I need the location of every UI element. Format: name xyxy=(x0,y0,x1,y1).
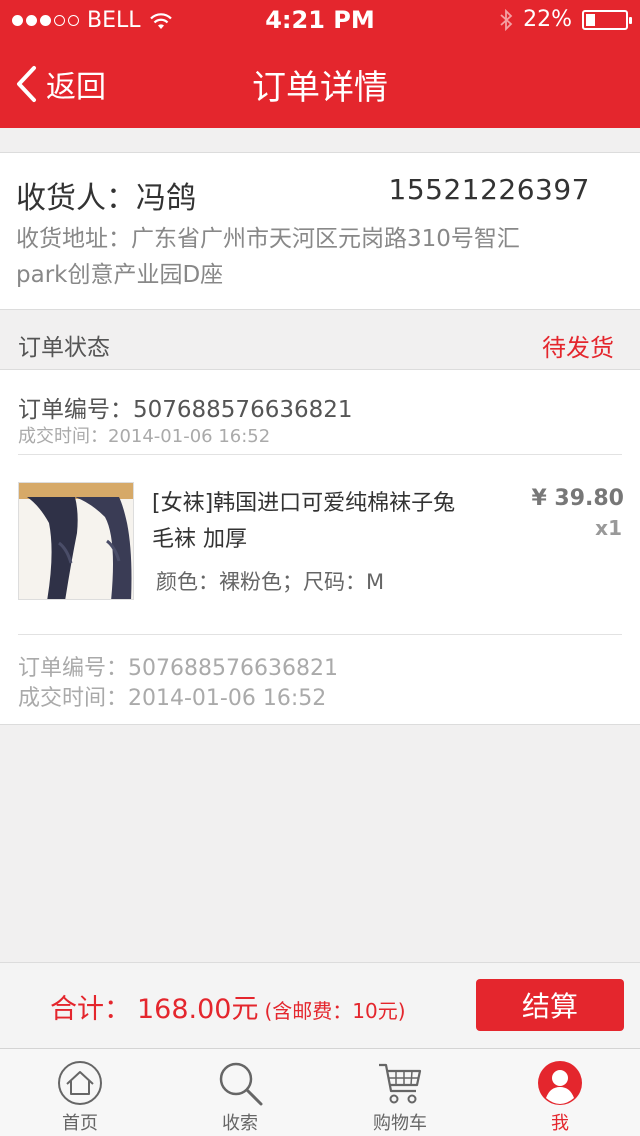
status-right: 22% xyxy=(499,7,632,32)
order-time: 成交时间：2014-01-06 16:52 xyxy=(18,426,271,447)
search-icon xyxy=(219,1062,263,1106)
battery-percent: 22% xyxy=(523,7,572,32)
address-card[interactable]: 收货人：冯鸽 15521226397 收货地址：广东省广州市天河区元岗路310号… xyxy=(0,152,640,310)
tab-label: 我 xyxy=(551,1113,569,1134)
bluetooth-icon xyxy=(500,8,513,31)
receiver-name: 收货人：冯鸽 xyxy=(16,181,196,216)
tab-profile[interactable]: 我 xyxy=(480,1049,640,1136)
total-amount: 168.00元 xyxy=(137,994,259,1025)
tab-bar: 首页 收索 购物车 我 xyxy=(0,1048,640,1136)
total-label: 合计： xyxy=(50,994,131,1025)
status-bar: BELL 4:21 PM 22% xyxy=(0,0,640,40)
divider xyxy=(18,454,622,455)
product-price: ¥ 39.80 xyxy=(531,486,624,511)
tab-label: 购物车 xyxy=(373,1113,427,1134)
tab-label: 首页 xyxy=(62,1113,98,1134)
total-summary: 合计： 168.00元 (含邮费：10元) xyxy=(50,987,406,1026)
cart-icon xyxy=(379,1063,422,1104)
checkout-button[interactable]: 结算 xyxy=(476,979,624,1031)
order-card: 订单编号：507688576636821 成交时间：2014-01-06 16:… xyxy=(0,370,640,725)
profile-icon xyxy=(538,1061,582,1105)
home-icon xyxy=(58,1061,102,1105)
tab-home[interactable]: 首页 xyxy=(0,1049,160,1136)
order-status-value: 待发货 xyxy=(542,334,614,362)
header: BELL 4:21 PM 22% 返回 订单详情 xyxy=(0,0,640,128)
receiver-phone: 15521226397 xyxy=(388,173,590,206)
order-number-footer: 订单编号：507688576636821 xyxy=(18,656,338,681)
order-status-label: 订单状态 xyxy=(18,335,110,361)
receiver-row: 收货人：冯鸽 15521226397 xyxy=(16,173,590,217)
product-quantity: x1 xyxy=(595,516,622,540)
divider xyxy=(18,634,622,635)
tab-search[interactable]: 收索 xyxy=(160,1049,320,1136)
summary-bar: 合计： 168.00元 (含邮费：10元) 结算 xyxy=(0,962,640,1048)
tab-label: 收索 xyxy=(222,1113,258,1134)
product-title[interactable]: [女袜]韩国进口可爱纯棉袜子兔毛袜 加厚 xyxy=(152,486,472,558)
battery-icon xyxy=(582,9,632,30)
tab-cart[interactable]: 购物车 xyxy=(320,1049,480,1136)
product-image[interactable] xyxy=(18,482,134,600)
nav-bar: 返回 订单详情 xyxy=(0,40,640,128)
order-number: 订单编号：507688576636821 xyxy=(18,397,353,423)
shipping-fee-note: (含邮费：10元) xyxy=(264,999,406,1023)
shipping-address: 收货地址：广东省广州市天河区元岗路310号智汇park创意产业园D座 xyxy=(16,226,520,288)
product-spec: 颜色：裸粉色；尺码：M xyxy=(156,570,385,594)
order-status-row: 订单状态 待发货 xyxy=(0,310,640,370)
order-time-footer: 成交时间：2014-01-06 16:52 xyxy=(18,686,327,711)
page-title: 订单详情 xyxy=(252,68,388,108)
product-photo xyxy=(19,483,133,599)
